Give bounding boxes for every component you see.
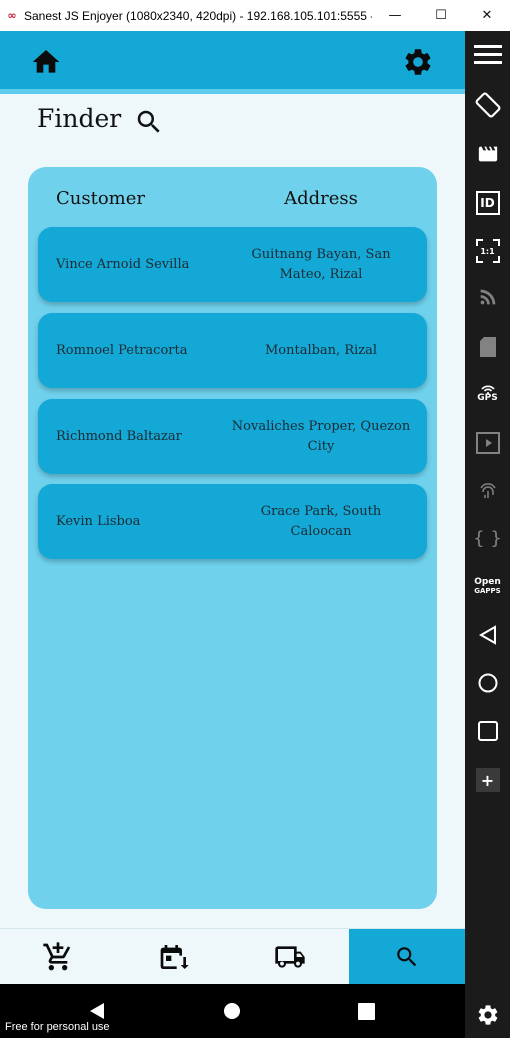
ratio-label: 1:1 — [480, 246, 495, 256]
customer-name: Vince Arnoid Sevilla — [56, 257, 190, 272]
calendar-sort-icon — [160, 945, 189, 969]
maximize-button[interactable]: ☐ — [418, 0, 464, 31]
table-row[interactable]: Richmond Baltazar Novaliches Proper, Que… — [38, 399, 427, 474]
sidebar-id-button[interactable]: ID — [465, 183, 510, 223]
window-title: Sanest JS Enjoyer (1080x2340, 420dpi) - … — [24, 8, 372, 23]
sidebar-add-button[interactable]: + — [465, 760, 510, 800]
home-circle-icon — [224, 1003, 240, 1019]
customer-name: Kevin Lisboa — [56, 514, 141, 529]
sidebar-opengapps-button[interactable]: Open GAPPS — [465, 567, 510, 607]
customer-name: Romnoel Petracorta — [56, 343, 188, 358]
gps-label: GPS — [477, 392, 498, 403]
back-triangle-icon — [478, 625, 496, 645]
opengapps-label-bottom: GAPPS — [474, 587, 501, 595]
sidebar-dev-button[interactable]: { } — [465, 518, 510, 558]
film-icon — [475, 432, 500, 454]
sidebar-screenrecord-button[interactable] — [465, 134, 510, 174]
customer-address: Grace Park, South Caloocan — [260, 503, 382, 539]
recents-square-icon — [357, 1002, 375, 1020]
sidebar-rotate-button[interactable] — [465, 85, 510, 125]
sidebar-settings-button[interactable] — [465, 995, 510, 1035]
sim-card-icon — [479, 337, 496, 357]
gear-icon — [478, 1005, 497, 1025]
sidebar-recents-button[interactable] — [465, 711, 510, 751]
fingerprint-icon — [479, 483, 496, 498]
cart-icon — [43, 942, 71, 971]
window-titlebar: ∞ Sanest JS Enjoyer (1080x2340, 420dpi) … — [0, 0, 510, 31]
customer-name: Richmond Baltazar — [56, 429, 182, 444]
plus-icon: + — [480, 770, 495, 790]
table-row[interactable]: Romnoel Petracorta Montalban, Rizal — [38, 313, 427, 388]
sidebar-network-button[interactable] — [465, 277, 510, 317]
settings-button[interactable] — [402, 46, 434, 78]
opengapps-label-top: Open — [474, 577, 501, 587]
menu-icon — [473, 45, 502, 64]
sidebar-home-button[interactable] — [465, 663, 510, 703]
search-icon — [137, 110, 160, 133]
customer-address: Guitnang Bayan, San Mateo, Rizal — [251, 246, 391, 282]
rotate-icon — [475, 92, 500, 118]
nav-finder[interactable] — [349, 929, 465, 985]
app-logo-icon: ∞ — [7, 9, 17, 22]
sidebar-back-button[interactable] — [465, 615, 510, 655]
braces-icon: { } — [473, 527, 502, 549]
close-button[interactable]: ✕ — [464, 0, 510, 31]
home-circle-icon — [478, 673, 497, 693]
watermark-text: Free for personal use — [5, 1021, 110, 1033]
customer-address: Montalban, Rizal — [264, 342, 378, 358]
id-label: ID — [480, 195, 495, 210]
minimize-button[interactable]: — — [372, 0, 418, 31]
page-title: Finder — [37, 104, 122, 133]
sidebar-media-button[interactable] — [465, 423, 510, 463]
table-row[interactable]: Kevin Lisboa Grace Park, South Caloocan — [38, 484, 427, 559]
recents-square-icon — [477, 721, 498, 741]
customer-column-header: Customer — [56, 188, 145, 209]
phone-screen: Finder Customer Address Vince Arnoid Sev… — [0, 31, 465, 1038]
sidebar-pixel-perfect-button[interactable]: 1:1 — [465, 231, 510, 271]
android-home-button[interactable] — [219, 998, 245, 1024]
nav-delivery[interactable] — [232, 929, 348, 985]
android-recents-button[interactable] — [353, 998, 379, 1024]
nav-cart[interactable] — [0, 929, 116, 985]
address-column-header: Address — [284, 188, 358, 209]
sidebar-sim-button[interactable] — [465, 327, 510, 367]
gps-signal-icon — [480, 384, 495, 394]
clapperboard-icon — [478, 146, 497, 162]
android-nav-bar: Free for personal use — [0, 984, 465, 1038]
search-button[interactable] — [134, 107, 164, 137]
nav-schedule[interactable] — [116, 929, 232, 985]
home-button[interactable] — [30, 46, 62, 78]
home-icon — [32, 50, 60, 73]
sidebar-menu-button[interactable] — [465, 35, 510, 75]
delivery-truck-icon — [275, 946, 305, 968]
search-icon — [397, 947, 417, 967]
app-bar — [0, 31, 465, 94]
customer-address: Novaliches Proper, Quezon City — [231, 418, 411, 454]
emulator-sidebar: ID 1:1 GPS { } Open GAPPS + — [465, 31, 510, 1038]
sidebar-fingerprint-button[interactable] — [465, 471, 510, 511]
bottom-nav — [0, 928, 465, 985]
rss-icon — [480, 289, 495, 305]
sidebar-gps-button[interactable]: GPS — [465, 373, 510, 413]
gear-icon — [405, 49, 431, 75]
results-card: Customer Address Vince Arnoid Sevilla Gu… — [28, 167, 437, 909]
table-row[interactable]: Vince Arnoid Sevilla Guitnang Bayan, San… — [38, 227, 427, 302]
back-triangle-icon — [90, 1003, 104, 1019]
